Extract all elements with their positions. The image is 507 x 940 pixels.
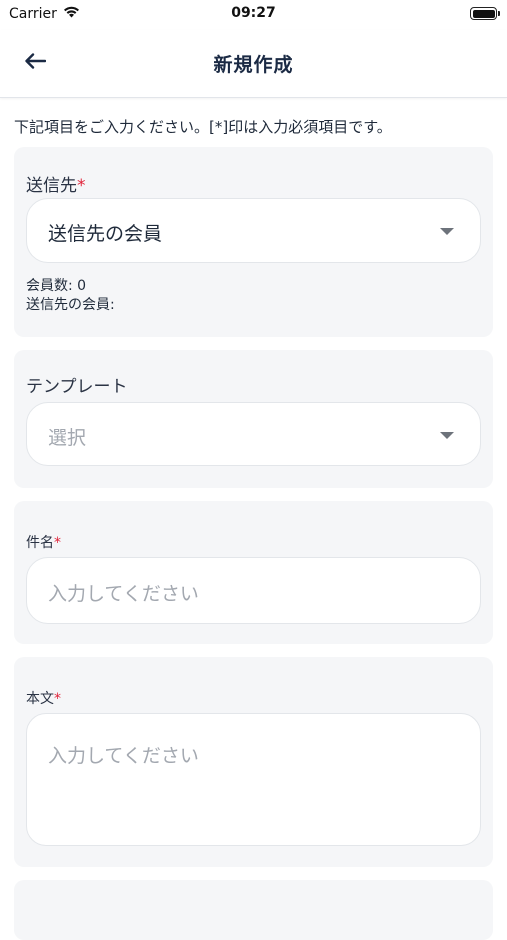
recipient-section: 送信先* 送信先の会員 会員数: 0 送信先の会員: bbox=[14, 147, 493, 337]
nav-bar: 新規作成 bbox=[0, 30, 507, 98]
page-title: 新規作成 bbox=[213, 54, 294, 76]
recipient-select[interactable]: 送信先の会員 bbox=[26, 198, 481, 263]
chevron-down-icon bbox=[440, 228, 454, 235]
subject-label: 件名* bbox=[26, 535, 61, 551]
subject-section: 件名* 入力してください bbox=[14, 501, 493, 644]
body-textarea[interactable]: 入力してください bbox=[26, 713, 481, 846]
required-mark: * bbox=[77, 176, 86, 196]
template-label: テンプレート bbox=[26, 377, 128, 397]
body-label: 本文* bbox=[26, 691, 61, 707]
template-select[interactable]: 選択 bbox=[26, 402, 481, 466]
battery-icon bbox=[470, 7, 500, 20]
member-count: 会員数: 0 bbox=[26, 278, 87, 294]
recipient-select-value: 送信先の会員 bbox=[48, 223, 163, 245]
required-mark: * bbox=[54, 691, 61, 707]
next-section bbox=[14, 880, 493, 940]
subject-input-placeholder: 入力してください bbox=[48, 583, 199, 605]
status-time: 09:27 bbox=[231, 5, 276, 21]
required-mark: * bbox=[54, 535, 61, 551]
recipient-label: 送信先* bbox=[26, 176, 86, 196]
status-bar: Carrier 09:27 bbox=[0, 0, 507, 30]
chevron-down-icon bbox=[440, 432, 454, 439]
body-section: 本文* 入力してください bbox=[14, 657, 493, 867]
body-textarea-placeholder: 入力してください bbox=[48, 745, 199, 767]
template-section: テンプレート 選択 bbox=[14, 350, 493, 488]
subject-input[interactable]: 入力してください bbox=[26, 557, 481, 624]
recipient-members-label: 送信先の会員: bbox=[26, 297, 115, 313]
template-select-placeholder: 選択 bbox=[48, 427, 87, 449]
instruction-text: 下記項目をご入力ください。[*]印は入力必須項目です。 bbox=[14, 118, 392, 136]
